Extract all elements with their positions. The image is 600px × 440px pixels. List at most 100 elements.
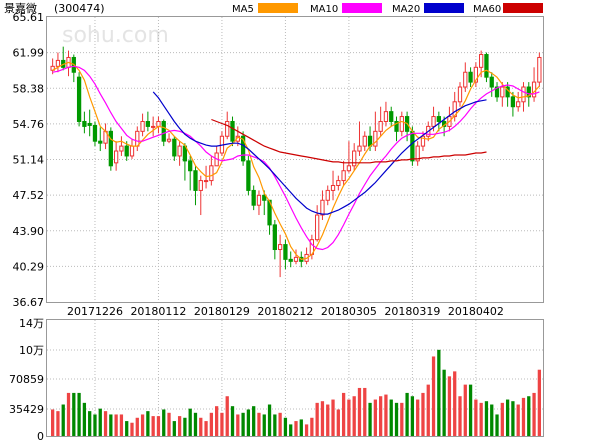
volume-bar	[289, 424, 293, 436]
date-tick-label: 20180212	[257, 305, 313, 318]
volume-bar	[394, 402, 399, 436]
volume-bar	[204, 421, 208, 436]
volume-tick-label: 70859	[9, 373, 44, 386]
volume-bar	[246, 409, 251, 436]
candle-body	[98, 140, 103, 144]
volume-bar	[109, 414, 113, 436]
volume-bar	[167, 412, 171, 436]
price-tick-label: 36.67	[13, 296, 45, 309]
price-tick-label: 58.38	[13, 82, 45, 95]
volume-bar	[119, 414, 124, 436]
candle-body	[378, 120, 383, 132]
volume-bar	[172, 421, 176, 436]
price-tick-label: 43.90	[13, 225, 45, 238]
volume-bar	[490, 404, 494, 436]
volume-bar	[98, 408, 102, 436]
volume-bar	[82, 402, 87, 436]
volume-bar	[66, 392, 71, 436]
volume-bar	[363, 387, 367, 436]
price-tick-label: 54.76	[13, 118, 45, 131]
volume-bar	[140, 414, 145, 436]
volume-bar	[527, 396, 531, 436]
volume-bar	[299, 419, 303, 436]
candle-body	[389, 111, 394, 122]
volume-bar	[177, 416, 182, 436]
volume-bar	[273, 414, 277, 436]
legend-label-ma20: MA20	[392, 4, 420, 15]
volume-bar	[230, 406, 235, 436]
candle-body	[113, 150, 119, 164]
volume-axis: 14万 10万 70859 35429 0	[9, 317, 44, 440]
volume-bar	[500, 402, 504, 436]
line-ma10	[52, 65, 540, 251]
volume-bar	[505, 399, 510, 436]
volume-bar	[347, 399, 351, 436]
volume-bar	[257, 412, 261, 436]
candle-body	[140, 120, 145, 132]
volume-bar	[315, 402, 319, 436]
volume-bar	[72, 392, 76, 436]
candle-body	[346, 165, 352, 172]
volume-bar	[262, 414, 266, 436]
volume-bar	[442, 369, 446, 436]
candle-body	[484, 54, 489, 78]
candle-body	[341, 170, 346, 182]
volume-bar	[484, 401, 489, 436]
volume-bar	[437, 349, 441, 436]
candle-body	[436, 116, 441, 122]
date-tick-label: 20180112	[130, 305, 186, 318]
date-tick-label: 20180129	[194, 305, 250, 318]
volume-bar	[199, 417, 203, 436]
volume-bar	[421, 392, 425, 436]
candle-body	[166, 138, 172, 142]
candle-body	[145, 120, 151, 127]
stock-code: (300474)	[54, 2, 105, 15]
volume-grid	[47, 349, 543, 410]
volume-bar	[357, 387, 362, 436]
volume-bar	[479, 402, 483, 436]
volume-bar	[151, 416, 155, 436]
volume-bar	[135, 417, 139, 436]
volume-bar	[474, 399, 478, 436]
candle-body	[172, 138, 177, 157]
volume-bar	[278, 412, 282, 436]
candle-body	[251, 189, 256, 206]
price-grid	[47, 52, 543, 267]
price-tick-label: 61.99	[13, 47, 45, 60]
candle-body	[352, 150, 357, 167]
candle-body	[256, 194, 262, 206]
volume-bar	[183, 417, 187, 436]
volume-bar	[463, 384, 467, 436]
volume-bar	[405, 392, 409, 436]
volume-bar	[267, 404, 272, 436]
volume-bar	[294, 421, 298, 436]
candle-body	[521, 86, 526, 103]
date-tick-label: 20180402	[448, 305, 504, 318]
candle-body	[399, 116, 404, 132]
candle-body	[124, 145, 129, 157]
candle-body	[151, 125, 156, 128]
volume-tick-label: 10万	[19, 344, 44, 357]
legend-swatch-ma20	[424, 3, 464, 13]
volume-bar	[511, 401, 515, 436]
candle-body	[330, 184, 336, 191]
candle-body	[129, 145, 135, 157]
candle-body	[293, 256, 299, 262]
volume-bar	[125, 421, 129, 436]
candle-body	[283, 244, 288, 260]
candle-body	[315, 214, 320, 241]
candle-body	[325, 189, 330, 201]
date-tick-label: 20180305	[321, 305, 377, 318]
volume-bar	[336, 409, 340, 436]
candle-body	[156, 120, 161, 127]
volume-bar	[326, 404, 330, 436]
price-tick-label: 51.14	[13, 154, 45, 167]
volume-bar	[341, 392, 346, 436]
legend-swatch-ma5	[258, 3, 298, 13]
volume-bar	[410, 396, 415, 436]
volume-bar	[130, 422, 134, 436]
volume-bar	[516, 404, 520, 436]
moving-average-lines	[52, 61, 540, 261]
volume-bar	[51, 409, 55, 436]
candle-body	[135, 130, 140, 147]
